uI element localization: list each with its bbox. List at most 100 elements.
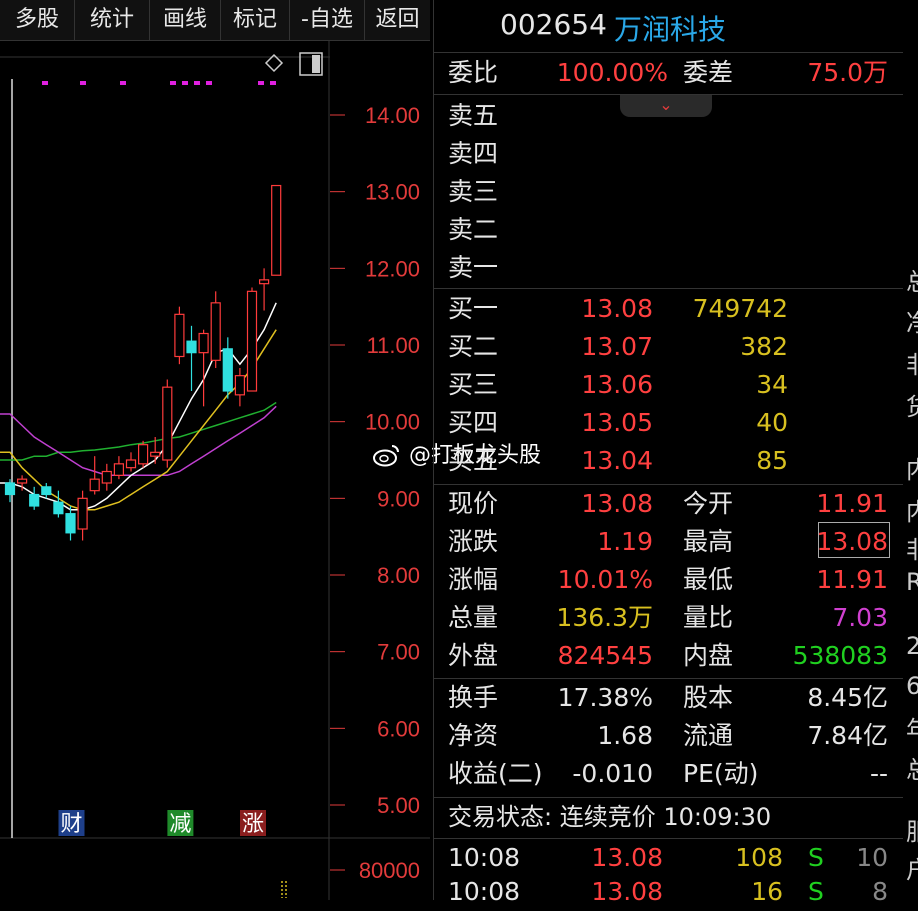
- signal-dot: [182, 81, 188, 85]
- side-panel-label: 非: [906, 530, 918, 565]
- event-marker-label: 涨: [242, 812, 264, 837]
- quote-label: 最低: [683, 565, 734, 594]
- buy-label: 买四: [448, 408, 499, 437]
- candle-body: [271, 184, 282, 276]
- fundamental-row: 收益(二) -0.010 PE(动) --: [448, 755, 888, 793]
- chart-toolbar: 多股 统计 画线 标记 -自选 返回: [0, 0, 430, 41]
- buy-volume: 382: [740, 332, 788, 361]
- quote-row: 现价 13.08 今开 11.91: [448, 485, 888, 523]
- chevron-down-icon: ⌄: [659, 95, 673, 114]
- sell-1: 卖一: [448, 253, 499, 282]
- buy-level-1: 买一 13.08 749742: [448, 290, 888, 328]
- buy-level-5: 买五 13.04 85: [448, 442, 888, 480]
- quote-value: 824545: [557, 641, 653, 670]
- side-panel-label: 内: [906, 492, 918, 527]
- stock-code: 002654: [500, 8, 607, 41]
- buy-level-3: 买三 13.06 34: [448, 366, 888, 404]
- candle-body: [41, 486, 52, 496]
- quote-panel: 002654 万润科技 委比 100.00% 委差 75.0万 ⌄ 卖五 卖四 …: [433, 0, 904, 906]
- draw-line-button[interactable]: 画线: [150, 0, 221, 40]
- tick-time: 10:08: [448, 843, 521, 872]
- quote-value: 7.03: [832, 603, 888, 632]
- candle-body: [113, 463, 125, 476]
- buy-level-2: 买二 13.07 382: [448, 328, 888, 366]
- quote-value: 1.19: [597, 527, 653, 556]
- candle-body: [150, 451, 161, 457]
- quote-label: 总量: [448, 603, 499, 632]
- kline-chart[interactable]: 14.00 13.00 12.00 11.00 10.00 9.00 8.00 7.00 6.0…: [0, 41, 430, 900]
- tick-row: 10:08 13.08 108 S 10: [448, 839, 888, 877]
- weibo-icon: [373, 445, 399, 467]
- signal-dot: [120, 81, 126, 85]
- candle-body: [138, 444, 149, 465]
- candle-body: [162, 386, 173, 461]
- side-panel-label: 户: [906, 850, 918, 885]
- tick-volume: 108: [735, 843, 783, 872]
- tick-side: S: [808, 877, 824, 906]
- buy-price: 13.05: [581, 408, 653, 437]
- fund-label: 流通: [683, 721, 734, 750]
- quote-label: 最高: [683, 527, 734, 556]
- candle-body: [210, 302, 221, 361]
- y-tick-label: 12.00: [365, 256, 420, 281]
- y-tick-label: 6.00: [377, 716, 420, 741]
- buy-label: 买三: [448, 370, 499, 399]
- quote-label: 今开: [683, 489, 734, 518]
- panel-toggle-icon-fill: [312, 55, 320, 73]
- candle-body: [246, 290, 258, 392]
- fund-value: 7.84亿: [807, 721, 888, 750]
- quote-value: 10.01%: [557, 565, 653, 594]
- fund-label: 股本: [683, 683, 734, 712]
- buy-label: 买五: [448, 446, 499, 475]
- quote-row: 涨幅 10.01% 最低 11.91: [448, 561, 888, 599]
- candle-body: [4, 482, 16, 496]
- tick-count: 8: [872, 877, 888, 906]
- tick-volume: 16: [751, 877, 783, 906]
- y-tick-label: 10.00: [365, 410, 420, 435]
- tick-price: 13.08: [591, 877, 663, 906]
- ma5-line: [0, 302, 277, 511]
- buy-volume: 34: [756, 370, 788, 399]
- candle-body: [222, 348, 233, 392]
- commission-ratio-value: 100.00%: [556, 58, 668, 87]
- fundamental-row: 换手 17.38% 股本 8.45亿: [448, 679, 888, 717]
- y-tick-label: 5.00: [377, 793, 420, 818]
- side-panel-label: 6: [906, 672, 918, 700]
- y-tick-label: 9.00: [377, 486, 420, 511]
- quote-label: 量比: [683, 603, 734, 632]
- tick-count: 10: [856, 843, 888, 872]
- sell-2: 卖二: [448, 215, 499, 244]
- commission-ratio-label: 委比: [448, 58, 499, 87]
- signal-dot: [206, 81, 212, 85]
- signal-dot: [270, 81, 276, 85]
- quote-label: 外盘: [448, 641, 499, 670]
- statistics-button[interactable]: 统计: [75, 0, 150, 40]
- buy-level-4: 买四 13.05 40: [448, 404, 888, 442]
- fund-value: 8.45亿: [807, 683, 888, 712]
- candle-body: [17, 478, 28, 484]
- watchlist-button[interactable]: -自选: [290, 0, 365, 40]
- tick-price: 13.08: [591, 843, 663, 872]
- quote-value: 11.91: [816, 565, 888, 594]
- tick-row: 10:08 13.08 16 S 8: [448, 873, 888, 911]
- sell-3: 卖三: [448, 177, 499, 206]
- event-marker-label: 财: [60, 812, 82, 837]
- sell-5: 卖五: [448, 101, 499, 130]
- mark-button[interactable]: 标记: [221, 0, 290, 40]
- grip-icon: [281, 881, 287, 898]
- side-panel-label: 年: [906, 710, 918, 745]
- multi-stock-button[interactable]: 多股: [0, 0, 75, 40]
- quote-label: 涨幅: [448, 565, 499, 594]
- side-panel-label: 非: [906, 345, 918, 380]
- back-button[interactable]: 返回: [365, 0, 430, 40]
- commission-diff-label: 委差: [683, 58, 734, 87]
- quote-row: 总量 136.3万 量比 7.03: [448, 599, 888, 637]
- candle-body: [174, 313, 185, 358]
- quote-label: 涨跌: [448, 527, 499, 556]
- event-marker-label: 减: [169, 812, 191, 837]
- expand-toggle[interactable]: ⌄: [620, 95, 712, 117]
- quote-row: 外盘 824545 内盘 538083: [448, 637, 888, 675]
- candle-body: [259, 279, 270, 285]
- quote-value: 13.08: [581, 489, 653, 518]
- candle-body: [65, 513, 76, 534]
